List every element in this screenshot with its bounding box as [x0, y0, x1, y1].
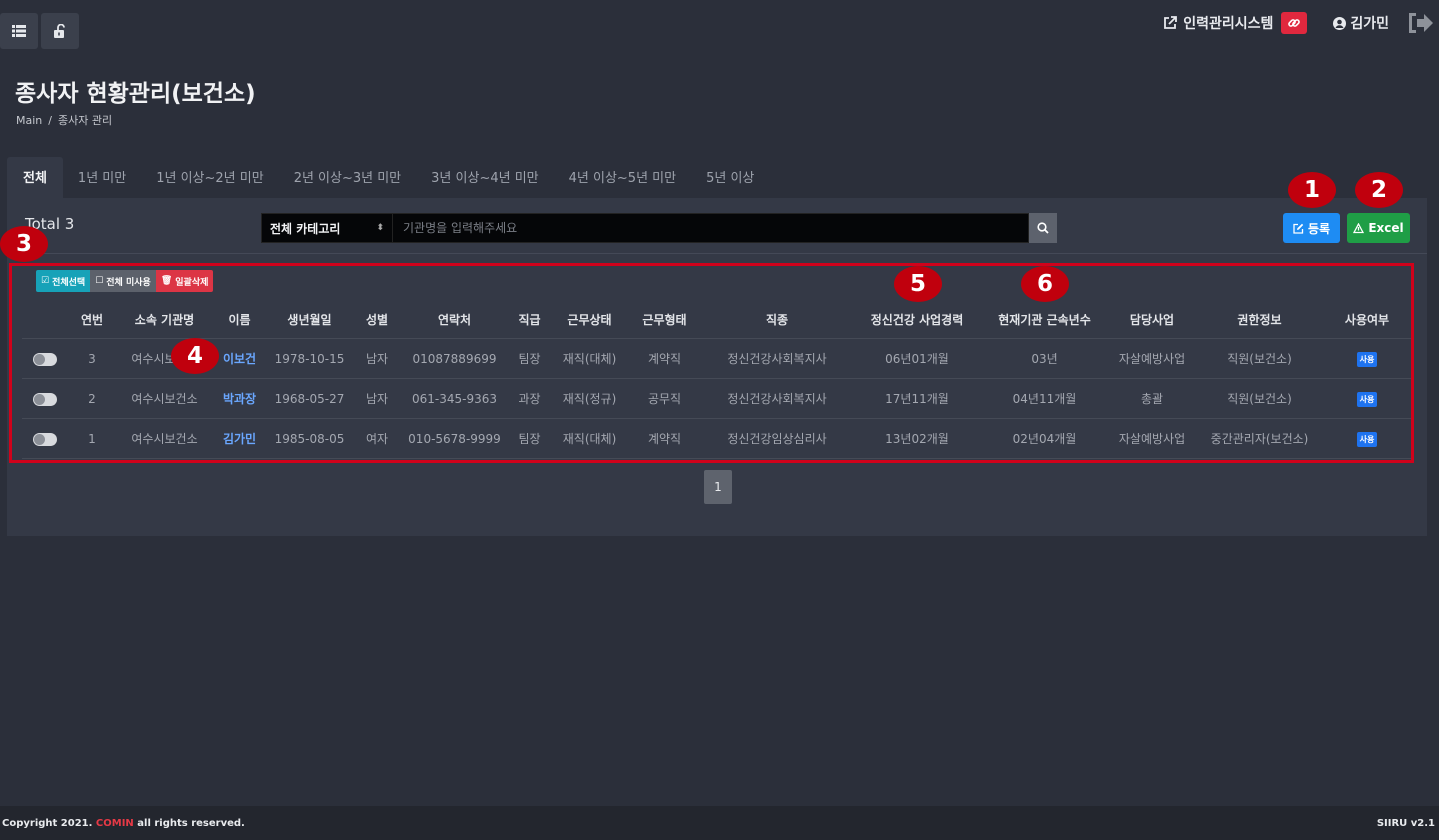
app-version: SIIRU v2.1 — [1376, 818, 1435, 829]
sign-out-icon — [1409, 13, 1433, 33]
annotation-marker-3: 3 — [0, 226, 48, 262]
top-right-nav: 인력관리시스템 김가민 — [1163, 12, 1439, 34]
search-icon — [1037, 222, 1049, 234]
annotation-marker-6: 6 — [1021, 266, 1069, 302]
pagination-page-1[interactable]: 1 — [704, 470, 732, 504]
footer-brand-link[interactable]: COMIN — [96, 818, 134, 829]
user-icon — [1333, 16, 1347, 30]
copyright-prefix: Copyright 2021. — [2, 818, 93, 829]
page-title: 종사자 현황관리(보건소) — [15, 81, 256, 107]
tab-2y-3y[interactable]: 2년 이상~3년 미만 — [279, 157, 416, 199]
annotation-marker-2: 2 — [1355, 172, 1403, 208]
system-link-label: 인력관리시스템 — [1183, 16, 1274, 32]
external-link-icon — [1164, 16, 1178, 29]
breadcrumb-current: 종사자 관리 — [57, 114, 113, 127]
tenure-tabs: 전체 1년 미만 1년 이상~2년 미만 2년 이상~3년 미만 3년 이상~4… — [7, 157, 769, 199]
tab-over-5y[interactable]: 5년 이상 — [691, 157, 769, 199]
register-label: 등록 — [1307, 221, 1331, 236]
user-name: 김가민 — [1350, 16, 1389, 32]
tab-3y-4y[interactable]: 3년 이상~4년 미만 — [416, 157, 553, 199]
annotation-marker-4: 4 — [171, 338, 219, 374]
copyright: Copyright 2021. COMIN all rights reserve… — [2, 818, 245, 829]
footer: Copyright 2021. COMIN all rights reserve… — [0, 806, 1439, 840]
excel-export-icon — [1353, 222, 1365, 233]
lock-button[interactable] — [41, 13, 79, 49]
search-bar: 전체 카테고리 ⬍ — [261, 213, 1057, 243]
search-input[interactable] — [393, 213, 1029, 243]
logout-button[interactable] — [1407, 11, 1435, 35]
tab-under-1y[interactable]: 1년 미만 — [63, 157, 141, 199]
chain-link-icon — [1288, 19, 1301, 27]
tab-4y-5y[interactable]: 4년 이상~5년 미만 — [554, 157, 691, 199]
breadcrumb-main[interactable]: Main — [16, 114, 42, 127]
register-button[interactable]: 등록 — [1283, 213, 1340, 243]
category-select-value: 전체 카테고리 — [270, 221, 341, 236]
list-icon — [12, 25, 26, 37]
annotation-marker-5: 5 — [894, 266, 942, 302]
copyright-suffix: all rights reserved. — [137, 818, 245, 829]
tab-1y-2y[interactable]: 1년 이상~2년 미만 — [141, 157, 278, 199]
annotation-table-highlight — [9, 263, 1414, 463]
unlock-icon — [54, 24, 65, 38]
panel-divider — [7, 253, 1427, 254]
user-menu[interactable]: 김가민 — [1333, 13, 1389, 33]
system-badge-button[interactable] — [1281, 12, 1308, 34]
menu-toggle-button[interactable] — [0, 13, 38, 49]
category-select[interactable]: 전체 카테고리 ⬍ — [261, 213, 393, 243]
breadcrumb: Main / 종사자 관리 — [16, 114, 113, 127]
annotation-marker-1: 1 — [1288, 172, 1336, 208]
select-caret-icon: ⬍ — [376, 223, 384, 233]
excel-label: Excel — [1368, 221, 1404, 235]
excel-button[interactable]: Excel — [1347, 213, 1410, 243]
tab-all[interactable]: 전체 — [7, 157, 63, 199]
system-link[interactable]: 인력관리시스템 — [1163, 13, 1273, 33]
edit-icon — [1293, 223, 1304, 234]
search-button[interactable] — [1029, 213, 1057, 243]
